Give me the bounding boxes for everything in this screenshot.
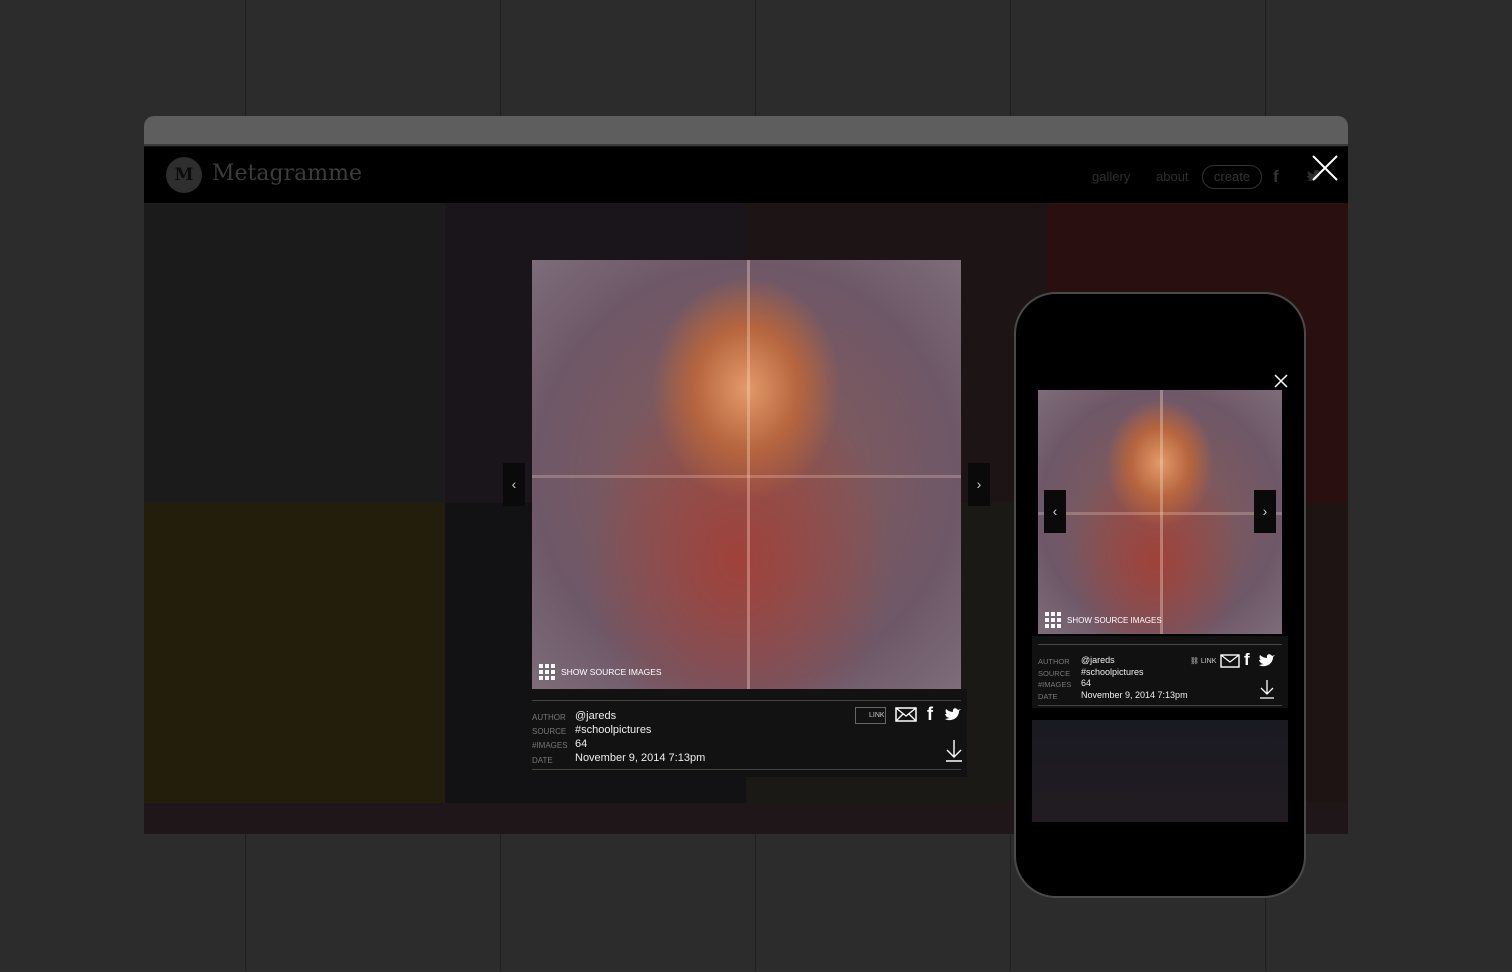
author-label: AUTHOR: [532, 713, 566, 722]
show-source-images-button[interactable]: SHOW SOURCE IMAGES: [539, 664, 662, 680]
author-value[interactable]: @jareds: [1081, 655, 1115, 665]
brand-name[interactable]: Metagramme: [212, 161, 362, 186]
next-button[interactable]: ›: [968, 463, 990, 506]
nav-create-button[interactable]: create: [1202, 165, 1262, 189]
link-label: LINK: [869, 712, 885, 719]
facebook-icon[interactable]: f: [1273, 167, 1279, 187]
mobile-image-info-panel: AUTHOR @jareds SOURCE #schoolpictures #I…: [1032, 636, 1288, 708]
browser-chrome: [144, 116, 1348, 146]
twitter-share-icon[interactable]: [944, 707, 962, 722]
date-value: November 9, 2014 7:13pm: [1081, 690, 1188, 700]
show-source-label: SHOW SOURCE IMAGES: [561, 667, 662, 677]
email-icon[interactable]: [895, 707, 917, 722]
mobile-close-icon[interactable]: [1274, 374, 1288, 388]
mobile-composite-image: [1038, 390, 1282, 634]
close-icon[interactable]: [1312, 155, 1338, 181]
date-label: DATE: [1038, 692, 1058, 701]
facebook-share-icon[interactable]: f: [927, 704, 933, 725]
images-value: 64: [575, 738, 588, 750]
site-header: M Metagramme gallery about create f: [144, 147, 1348, 203]
prev-button[interactable]: ‹: [503, 463, 525, 506]
download-icon[interactable]: [1259, 680, 1275, 699]
images-label: #IMAGES: [1038, 680, 1072, 689]
show-source-label: SHOW SOURCE IMAGES: [1067, 615, 1162, 625]
nav-gallery[interactable]: gallery: [1092, 169, 1130, 184]
mobile-link-button[interactable]: ⛓ LINK: [1190, 657, 1216, 665]
facebook-share-icon[interactable]: f: [1244, 650, 1250, 670]
date-value: November 9, 2014 7:13pm: [575, 752, 706, 764]
logo-icon[interactable]: M: [166, 157, 202, 193]
nav-about[interactable]: about: [1156, 169, 1189, 184]
mobile-prev-button[interactable]: ‹: [1044, 490, 1066, 533]
mobile-phone-mockup: ‹ › SHOW SOURCE IMAGES AUTHOR @jareds SO…: [1014, 292, 1306, 898]
grid-icon: [1045, 612, 1061, 628]
author-label: AUTHOR: [1038, 657, 1070, 666]
mobile-show-source-images-button[interactable]: SHOW SOURCE IMAGES: [1045, 612, 1162, 628]
link-button[interactable]: LINK: [855, 707, 886, 724]
download-icon[interactable]: [945, 740, 963, 762]
email-icon[interactable]: [1220, 654, 1240, 668]
mobile-next-button[interactable]: ›: [1254, 490, 1276, 533]
source-value[interactable]: #schoolpictures: [575, 724, 651, 736]
image-info-panel: AUTHOR @jareds SOURCE #schoolpictures #I…: [526, 689, 967, 777]
images-value: 64: [1081, 678, 1092, 688]
mobile-gallery-tile[interactable]: [1032, 720, 1288, 822]
images-label: #IMAGES: [532, 741, 568, 750]
source-value[interactable]: #schoolpictures: [1081, 667, 1144, 677]
date-label: DATE: [532, 756, 553, 765]
composite-image: [532, 260, 961, 689]
twitter-share-icon[interactable]: [1258, 653, 1276, 668]
source-label: SOURCE: [1038, 669, 1071, 678]
source-label: SOURCE: [532, 727, 567, 736]
author-value[interactable]: @jareds: [575, 710, 616, 722]
link-label: LINK: [1200, 658, 1217, 665]
grid-icon: [539, 664, 555, 680]
